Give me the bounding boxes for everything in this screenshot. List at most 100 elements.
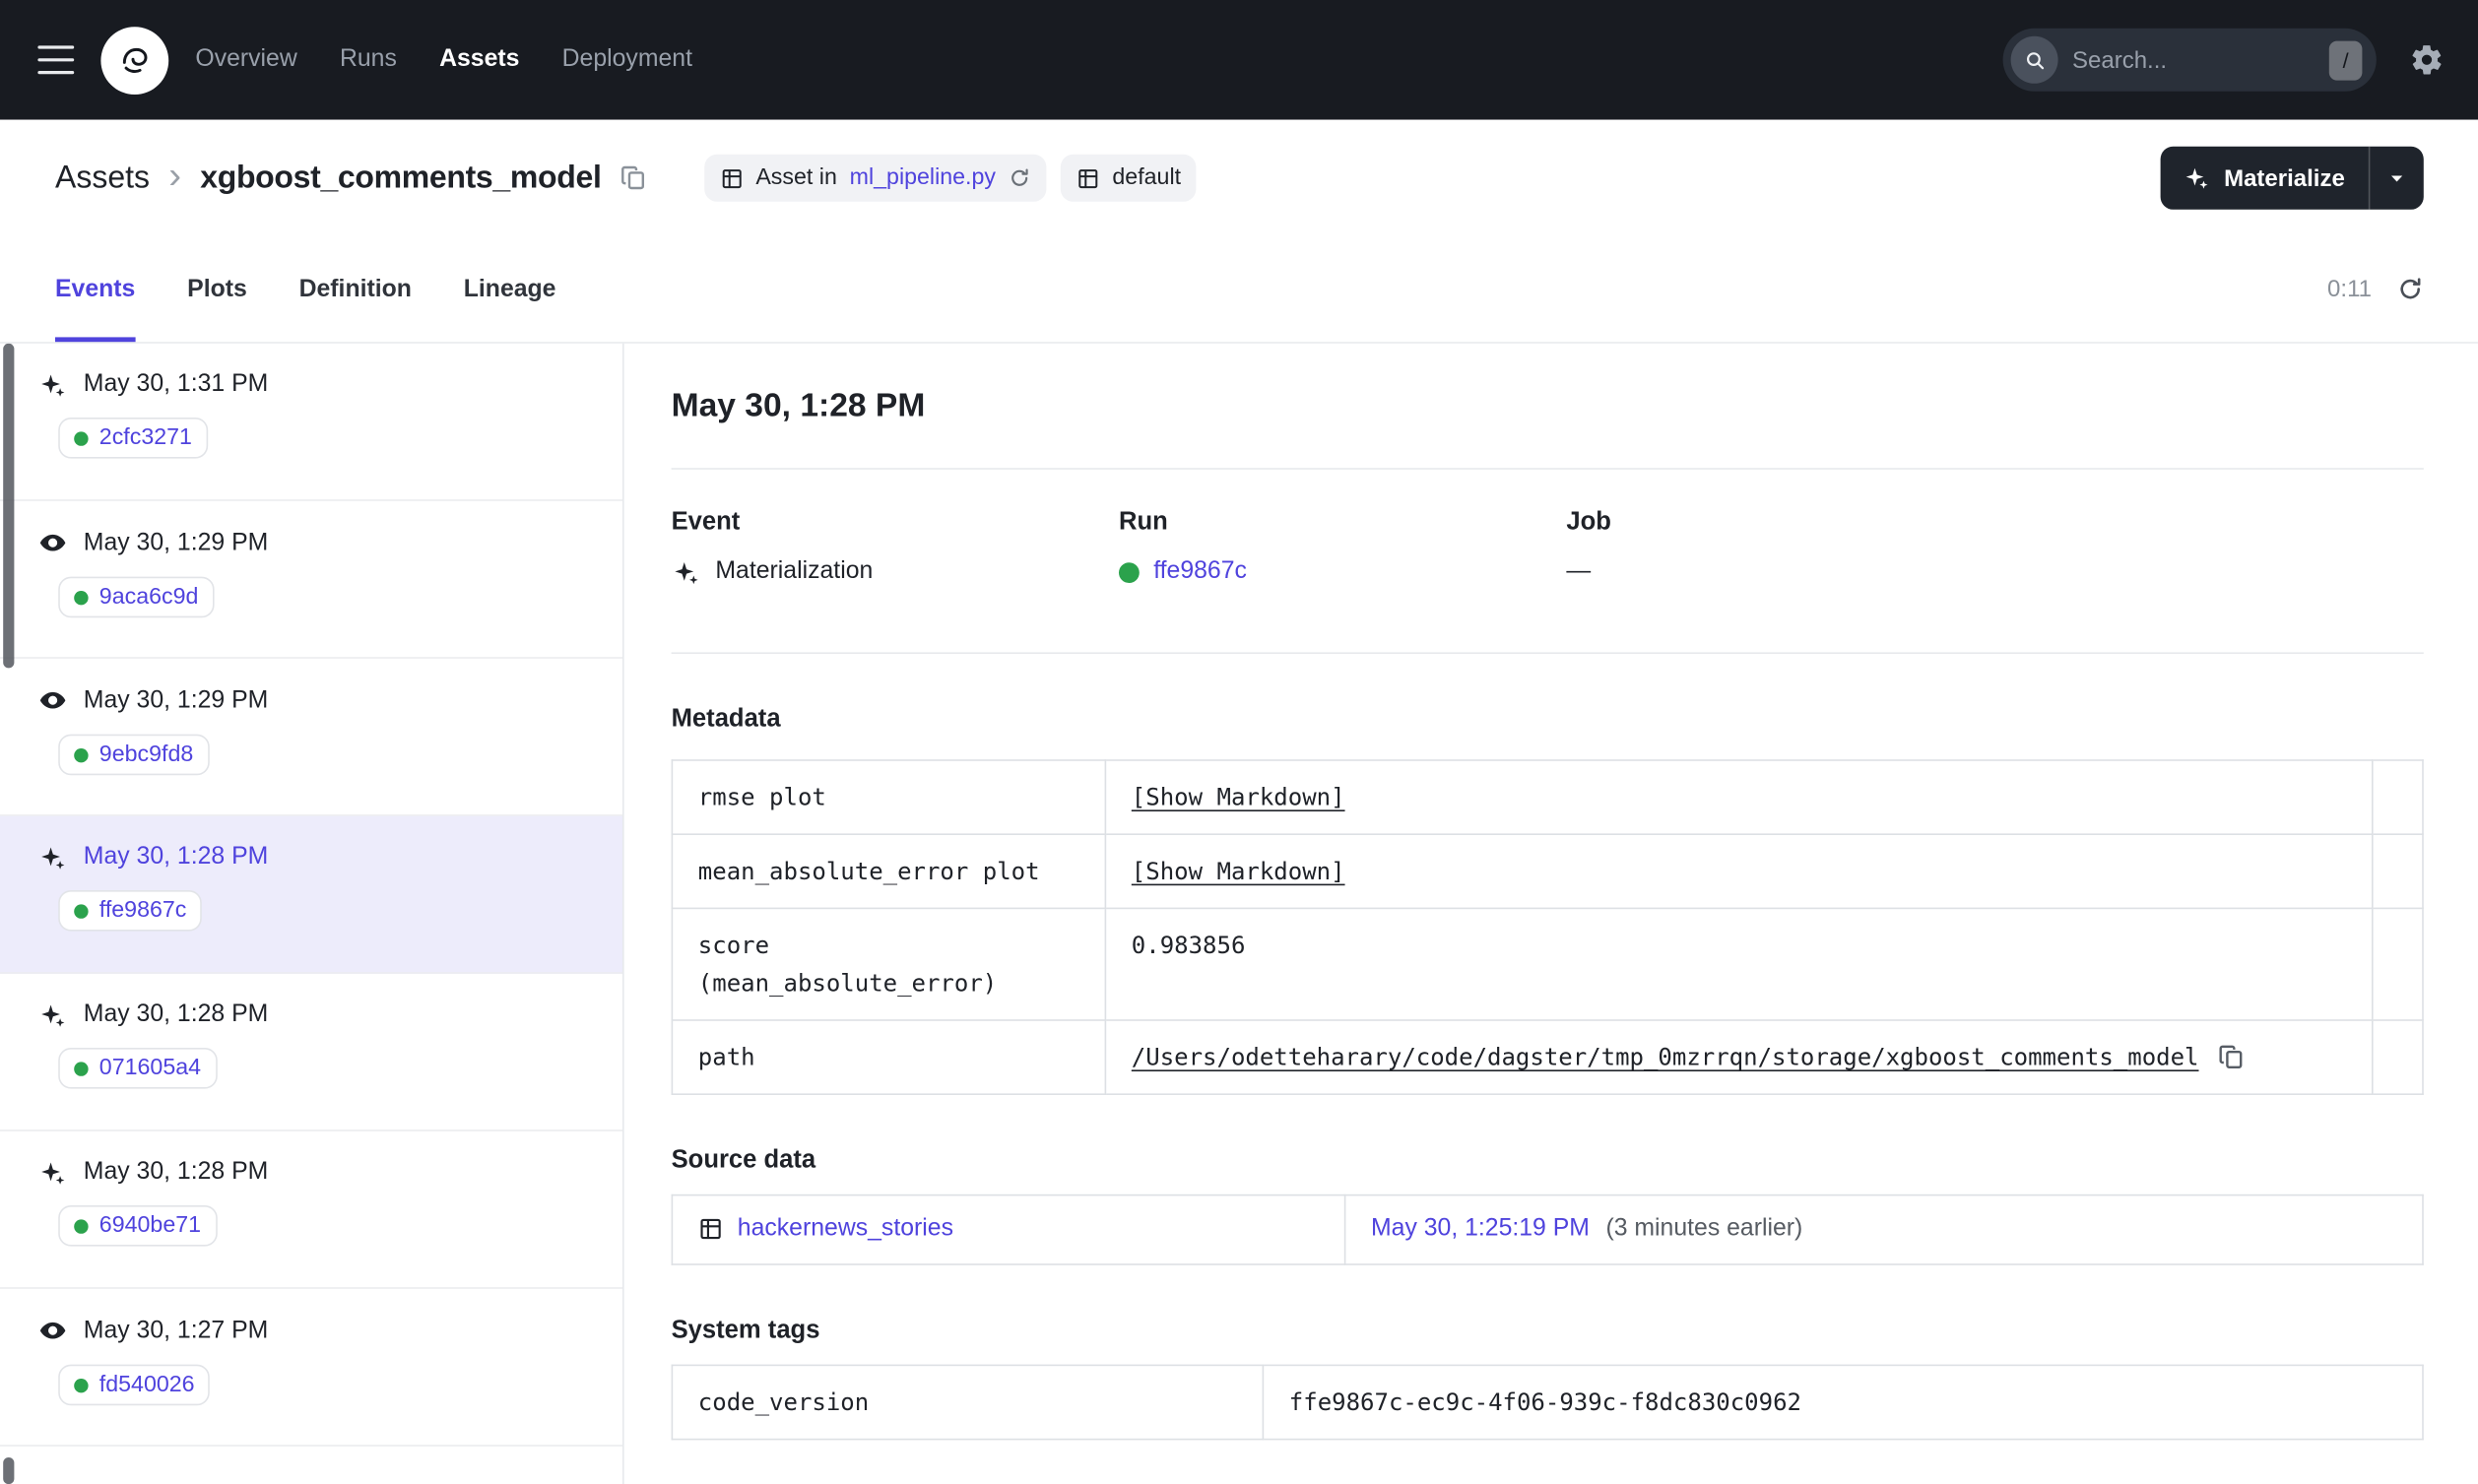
run-tag[interactable]: ffe9867c (58, 890, 203, 932)
metadata-key-cell: rmse plot (671, 759, 1107, 836)
table-grid-icon (720, 166, 744, 190)
asset-title: xgboost_comments_model (200, 160, 602, 195)
copy-path-icon[interactable] (2218, 1043, 2247, 1071)
run-link[interactable]: ffe9867c (99, 898, 187, 924)
tab-lineage[interactable]: Lineage (464, 236, 556, 342)
event-list-item-selected[interactable]: May 30, 1:28 PM ffe9867c (0, 815, 622, 974)
refresh-group: 0:11 (2327, 236, 2424, 342)
event-list-item[interactable]: May 30, 1:27 PM fd540026 (0, 1289, 622, 1447)
run-tag[interactable]: 2cfc3271 (58, 418, 208, 459)
event-label: Event (671, 508, 741, 536)
settings-gear-icon[interactable] (2409, 42, 2444, 77)
metadata-action-cell (2372, 833, 2424, 910)
materialization-icon (37, 1001, 67, 1028)
run-tag[interactable]: 071605a4 (58, 1048, 218, 1089)
run-status-dot (1119, 561, 1140, 583)
run-tag[interactable]: fd540026 (58, 1364, 211, 1406)
materialization-icon (37, 371, 67, 398)
metadata-value-cell: /Users/odetteharary/code/dagster/tmp_0mz… (1104, 1019, 2374, 1096)
refresh-countdown: 0:11 (2327, 276, 2372, 303)
show-markdown-link[interactable]: [Show Markdown] (1132, 783, 1345, 811)
job-label: Job (1566, 508, 1611, 536)
metadata-heading: Metadata (671, 705, 781, 733)
materialize-dropdown-button[interactable] (2368, 146, 2424, 210)
run-link[interactable]: fd540026 (99, 1373, 195, 1398)
top-nav: Overview Runs Assets Deployment / (0, 0, 2478, 120)
run-link[interactable]: 9ebc9fd8 (99, 742, 193, 768)
run-tag[interactable]: 9aca6c9d (58, 576, 215, 618)
tab-events[interactable]: Events (55, 236, 136, 343)
system-tags-table: code_version ffe9867c-ec9c-4f06-939c-f8d… (671, 1364, 2424, 1441)
content-area: May 30, 1:31 PM 2cfc3271 May 30, 1:29 PM… (0, 343, 2478, 1484)
source-asset-link[interactable]: hackernews_stories (738, 1210, 953, 1250)
metadata-action-cell (2372, 1019, 2424, 1096)
reload-code-location-icon[interactable] (1009, 167, 1030, 189)
nav-item-runs[interactable]: Runs (340, 45, 397, 74)
run-link[interactable]: ffe9867c (1153, 557, 1247, 586)
dagster-logo[interactable] (100, 26, 169, 95)
event-list-item[interactable]: May 30, 1:29 PM 9ebc9fd8 (0, 659, 622, 816)
event-list-item[interactable]: May 30, 1:28 PM 6940be71 (0, 1131, 622, 1289)
global-search[interactable]: / (2002, 28, 2377, 92)
hamburger-menu-button[interactable] (34, 42, 77, 77)
materialize-button[interactable]: Materialize (2161, 147, 2369, 210)
tab-definition[interactable]: Definition (299, 236, 412, 342)
nav-item-deployment[interactable]: Deployment (562, 45, 692, 74)
nav-item-overview[interactable]: Overview (195, 45, 296, 74)
event-time: May 30, 1:29 PM (83, 685, 269, 713)
source-timestamp-link[interactable]: May 30, 1:25:19 PM (1371, 1215, 1590, 1242)
event-summary-row: Event Materialization Run ffe9867c Job — (672, 509, 2424, 586)
tab-plots[interactable]: Plots (187, 236, 247, 342)
copy-asset-name-icon[interactable] (616, 161, 650, 195)
nav-item-assets[interactable]: Assets (439, 45, 519, 74)
swirl-icon (114, 39, 156, 81)
run-tag[interactable]: 6940be71 (58, 1205, 218, 1247)
observation-eye-icon (37, 528, 67, 557)
app-root: Overview Runs Assets Deployment / Assets… (0, 0, 2478, 1484)
run-status-dot (74, 430, 89, 445)
event-list-item[interactable]: May 30, 1:31 PM 2cfc3271 (0, 344, 622, 501)
asset-file-link[interactable]: ml_pipeline.py (850, 165, 996, 191)
breadcrumb-assets-link[interactable]: Assets (55, 160, 150, 196)
group-tag-label: default (1112, 165, 1182, 191)
divider (671, 652, 2424, 654)
metadata-action-cell (2372, 759, 2424, 836)
run-link[interactable]: 9aca6c9d (99, 585, 199, 611)
scrollbar-thumb[interactable] (3, 1457, 15, 1484)
metadata-row: path /Users/odetteharary/code/dagster/tm… (671, 1019, 2424, 1096)
asset-group-tag[interactable]: default (1060, 154, 1198, 202)
source-data-table: hackernews_stories May 30, 1:25:19 PM (3… (671, 1194, 2424, 1265)
run-link[interactable]: 6940be71 (99, 1213, 201, 1239)
score-value: 0.983856 (1131, 931, 1246, 960)
search-input[interactable] (2072, 46, 2315, 74)
materialize-button-group: Materialize (2161, 146, 2424, 210)
nav-right-group: / (2002, 28, 2445, 92)
primary-nav: Overview Runs Assets Deployment (195, 45, 692, 74)
scrollbar-thumb[interactable] (3, 343, 15, 669)
event-list-sidebar: May 30, 1:31 PM 2cfc3271 May 30, 1:29 PM… (0, 343, 624, 1484)
run-link[interactable]: 071605a4 (99, 1056, 201, 1081)
search-shortcut-hint: / (2328, 39, 2363, 80)
run-link[interactable]: 2cfc3271 (99, 425, 192, 451)
breadcrumb-chevron: › (168, 154, 182, 197)
metadata-action-cell (2372, 907, 2424, 1021)
show-markdown-link[interactable]: [Show Markdown] (1132, 857, 1345, 885)
run-tag[interactable]: 9ebc9fd8 (58, 734, 210, 776)
system-tag-row: code_version ffe9867c-ec9c-4f06-939c-f8d… (671, 1364, 2424, 1441)
materialize-sparkle-icon (2185, 165, 2210, 191)
materialization-icon (37, 1159, 67, 1186)
table-grid-icon (698, 1217, 724, 1243)
source-timestamp-cell: May 30, 1:25:19 PM (3 minutes earlier) (1343, 1194, 2424, 1265)
event-type-value: Materialization (715, 557, 874, 585)
divider (671, 468, 2424, 470)
event-list-item[interactable]: May 30, 1:28 PM 071605a4 (0, 974, 622, 1131)
storage-path-link[interactable]: /Users/odetteharary/code/dagster/tmp_0mz… (1132, 1038, 2199, 1075)
metadata-key-cell: mean_absolute_error plot (671, 833, 1107, 910)
refresh-icon[interactable] (2397, 276, 2424, 302)
event-list-item[interactable]: May 30, 1:29 PM 9aca6c9d (0, 501, 622, 659)
system-tag-key-cell: code_version (671, 1364, 1265, 1441)
metadata-value-cell: [Show Markdown] (1104, 833, 2374, 910)
asset-tabs-row: Events Plots Definition Lineage 0:11 (0, 236, 2478, 344)
materialize-label: Materialize (2224, 164, 2345, 192)
metadata-value-cell: [Show Markdown] (1104, 759, 2374, 836)
